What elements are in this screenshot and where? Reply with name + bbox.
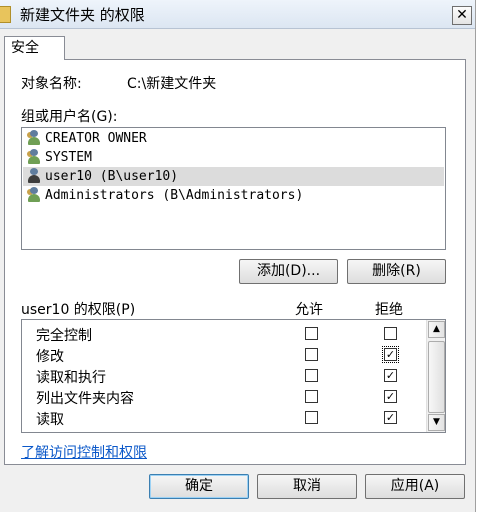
scrollbar-thumb[interactable] (428, 341, 445, 413)
close-button[interactable]: ✕ (452, 6, 472, 25)
ok-button[interactable]: 确定 (149, 474, 249, 499)
permission-row-read: 读取 ✓ (22, 407, 427, 428)
list-item-creator-owner[interactable]: CREATOR OWNER (23, 129, 444, 148)
permission-name: 修改 (36, 349, 64, 365)
permissions-label: user10 的权限(P) (21, 302, 136, 318)
group-icon (27, 187, 42, 203)
allow-checkbox[interactable] (305, 348, 318, 361)
permission-row-full-control: 完全控制 (22, 323, 427, 344)
window-title: 新建文件夹 的权限 (20, 6, 145, 24)
learn-access-control-link[interactable]: 了解访问控制和权限 (21, 442, 147, 462)
deny-checkbox[interactable]: ✓ (384, 411, 397, 424)
title-bar[interactable]: 新建文件夹 的权限 ✕ (0, 0, 475, 29)
permissions-list[interactable]: 完全控制 修改 ✓ 读取和执行 ✓ 列出文件夹内容 ✓ 读取 ✓ ▲ ▼ (21, 319, 446, 433)
list-item-system[interactable]: SYSTEM (23, 148, 444, 167)
permission-name: 完全控制 (36, 328, 92, 344)
cancel-button[interactable]: 取消 (257, 474, 357, 499)
permissions-scrollbar[interactable]: ▲ ▼ (426, 320, 445, 432)
permission-row-modify: 修改 ✓ (22, 344, 427, 365)
list-item-label: user10 (B\user10) (45, 169, 179, 184)
deny-checkbox[interactable]: ✓ (384, 369, 397, 382)
deny-checkbox[interactable]: ✓ (382, 346, 399, 363)
allow-checkbox[interactable] (305, 327, 318, 340)
list-item-label: Administrators (B\Administrators) (45, 188, 304, 203)
deny-checkbox[interactable] (384, 327, 397, 340)
group-user-list[interactable]: CREATOR OWNER SYSTEM user10 (B\user10) A… (21, 127, 446, 250)
group-icon (27, 130, 42, 146)
list-item-user10[interactable]: user10 (B\user10) (23, 167, 444, 186)
permission-name: 读取和执行 (36, 370, 106, 386)
folder-icon (0, 6, 11, 23)
apply-button[interactable]: 应用(A) (365, 474, 465, 499)
list-item-administrators[interactable]: Administrators (B\Administrators) (23, 186, 444, 205)
scroll-up-arrow-icon[interactable]: ▲ (428, 321, 445, 338)
permissions-dialog: 新建文件夹 的权限 ✕ 安全 对象名称: C:\新建文件夹 组或用户名(G): … (0, 0, 476, 512)
scroll-down-arrow-icon[interactable]: ▼ (428, 414, 445, 431)
add-button[interactable]: 添加(D)... (239, 259, 338, 284)
allow-checkbox[interactable] (305, 369, 318, 382)
permission-row-list-folder: 列出文件夹内容 ✓ (22, 386, 427, 407)
user-icon (27, 168, 42, 184)
group-icon (27, 149, 42, 165)
deny-checkbox[interactable]: ✓ (384, 390, 397, 403)
list-item-label: SYSTEM (45, 150, 92, 165)
object-name-label: 对象名称: (21, 76, 82, 92)
remove-button[interactable]: 删除(R) (347, 259, 446, 284)
object-name-value: C:\新建文件夹 (127, 76, 217, 92)
permission-name: 读取 (36, 412, 64, 428)
allow-checkbox[interactable] (305, 390, 318, 403)
allow-column-header: 允许 (295, 302, 323, 318)
list-item-label: CREATOR OWNER (45, 131, 147, 146)
permission-row-read-execute: 读取和执行 ✓ (22, 365, 427, 386)
group-user-label: 组或用户名(G): (21, 109, 118, 125)
tab-security[interactable]: 安全 (4, 36, 65, 60)
allow-checkbox[interactable] (305, 411, 318, 424)
permission-name: 列出文件夹内容 (36, 391, 134, 407)
deny-column-header: 拒绝 (375, 302, 403, 318)
